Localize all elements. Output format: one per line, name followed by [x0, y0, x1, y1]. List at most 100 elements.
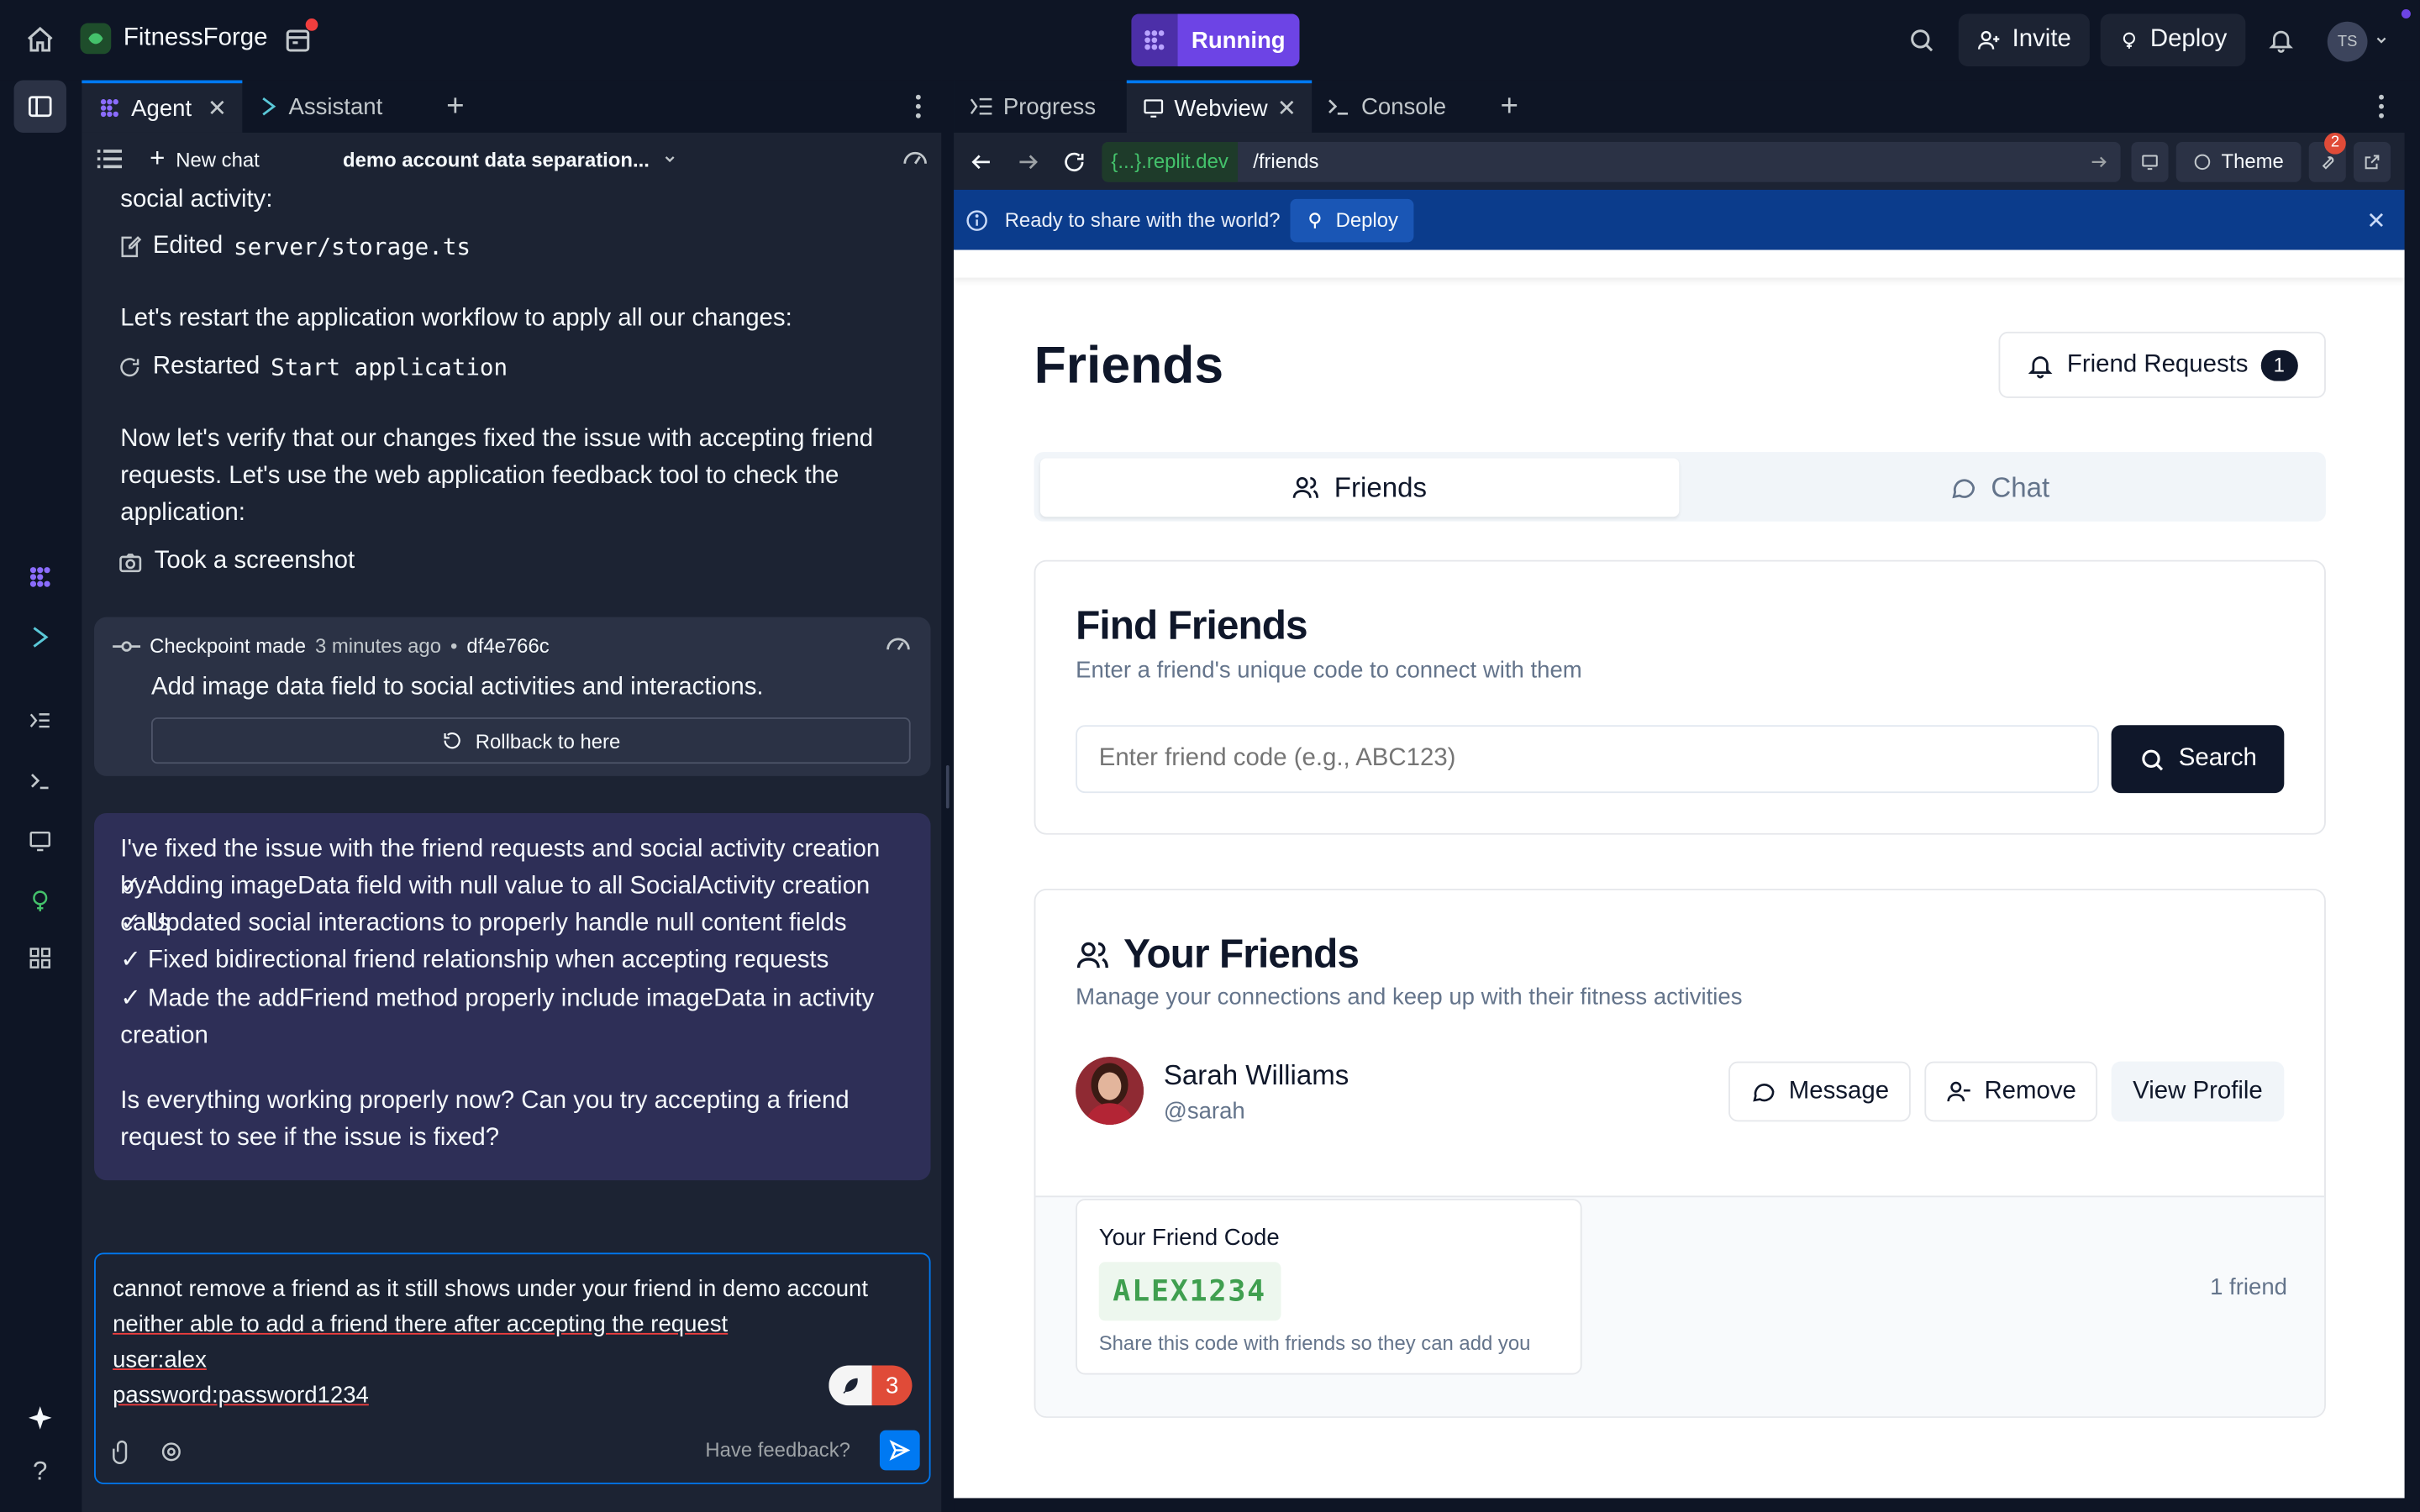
go-arrow-icon[interactable] — [2090, 152, 2108, 171]
settings-icon[interactable] — [159, 1440, 183, 1464]
send-icon — [889, 1440, 911, 1461]
avatar[interactable] — [1076, 1057, 1144, 1125]
user-minus-icon — [1946, 1081, 1970, 1102]
notification-dot — [305, 18, 318, 31]
edited-file-action[interactable]: Edited server/storage.ts — [118, 233, 471, 260]
avatar[interactable]: TS — [2327, 21, 2368, 62]
tab-agent[interactable]: Agent ✕ — [82, 80, 243, 133]
assistant-icon — [262, 97, 276, 116]
friend-name[interactable]: Sarah Williams — [1164, 1060, 1349, 1093]
tab-assistant[interactable]: Assistant — [242, 81, 424, 133]
assistant-rail-icon[interactable] — [22, 619, 59, 656]
app-logo-icon — [80, 23, 112, 55]
device-preview-icon[interactable] — [2131, 141, 2169, 181]
tab-friends[interactable]: Friends — [1039, 458, 1680, 517]
tab-chat-label: Chat — [1991, 471, 2050, 502]
new-chat-button[interactable]: + New chat — [150, 144, 260, 175]
send-button[interactable] — [879, 1430, 920, 1471]
friend-requests-button[interactable]: Friend Requests 1 — [1998, 331, 2326, 398]
back-arrow-icon[interactable] — [969, 149, 993, 173]
url-bar[interactable]: {...}.replit.dev /friends — [1102, 141, 2121, 181]
close-icon[interactable]: ✕ — [2366, 206, 2386, 234]
invite-button[interactable]: Invite — [1958, 13, 2090, 66]
theme-label: Theme — [2221, 150, 2284, 173]
url-path[interactable]: /friends — [1253, 150, 1318, 173]
more-options-icon[interactable] — [895, 81, 941, 133]
app-name[interactable]: FitnessForge — [124, 24, 268, 52]
search-icon[interactable] — [1904, 24, 1938, 57]
chat-list-icon[interactable] — [97, 148, 125, 170]
restarted-action[interactable]: Restarted Start application — [118, 354, 508, 381]
checkpoint-time: 3 minutes ago — [315, 633, 442, 658]
theme-button[interactable]: Theme — [2175, 141, 2302, 181]
deploy-banner: Ready to share with the world? Deploy ✕ — [954, 189, 2405, 250]
tab-progress[interactable]: Progress — [954, 81, 1127, 133]
page-title: Friends — [1034, 336, 1224, 396]
files-icon[interactable] — [13, 80, 66, 133]
close-icon[interactable]: ✕ — [1277, 94, 1297, 122]
sparkle-icon[interactable] — [22, 1399, 59, 1436]
bell-icon[interactable] — [2264, 24, 2297, 57]
webview-frame: Friends Friend Requests 1 Friends Chat F… — [954, 249, 2405, 1499]
chevron-down-icon — [665, 156, 675, 163]
webview-rail-icon[interactable] — [22, 822, 59, 859]
deploy-button[interactable]: Deploy — [2100, 13, 2246, 66]
spellcheck-widget[interactable]: 3 — [829, 1365, 913, 1406]
database-icon[interactable] — [281, 18, 318, 57]
view-profile-button[interactable]: View Profile — [2111, 1061, 2285, 1122]
tab-chat[interactable]: Chat — [1679, 458, 2319, 517]
apps-grid-icon[interactable] — [22, 940, 59, 977]
commit-icon — [113, 640, 141, 651]
summary-question: Is everything working properly now? Can … — [120, 1087, 850, 1152]
search-button[interactable]: Search — [2111, 725, 2285, 794]
rollback-button[interactable]: Rollback to here — [150, 717, 911, 764]
friend-code-box: Your Friend Code ALEX1234 Share this cod… — [1076, 1199, 1582, 1375]
tab-console[interactable]: Console — [1312, 81, 1478, 133]
run-button[interactable]: Running — [1131, 13, 1300, 66]
chat-input-line: neither able to add a friend there after… — [113, 1311, 729, 1338]
notification-badge: 2 — [2324, 132, 2346, 154]
speed-gauge-icon[interactable] — [884, 631, 912, 659]
remove-friend-button[interactable]: Remove — [1924, 1061, 2098, 1122]
help-icon[interactable]: ? — [22, 1453, 59, 1490]
speed-gauge-icon[interactable] — [902, 145, 929, 173]
console-rail-icon[interactable] — [22, 762, 59, 799]
chat-input-box[interactable]: cannot remove a friend as it still shows… — [94, 1252, 931, 1484]
attach-icon[interactable] — [109, 1440, 134, 1464]
checkpoint-hash[interactable]: df4e766c — [466, 634, 549, 658]
chat-title-dropdown[interactable]: demo account data separation... — [343, 147, 677, 171]
chevron-down-icon[interactable] — [2372, 31, 2391, 50]
banner-deploy-label: Deploy — [1335, 207, 1398, 232]
feedback-link[interactable]: Have feedback? — [705, 1438, 850, 1462]
agent-rail-icon[interactable] — [22, 559, 59, 596]
forward-arrow-icon[interactable] — [1016, 149, 1040, 173]
devtools-button[interactable]: 2 — [2308, 132, 2346, 181]
reload-icon[interactable] — [1062, 149, 1086, 173]
home-icon[interactable] — [22, 22, 59, 59]
banner-deploy-button[interactable]: Deploy — [1291, 198, 1414, 242]
friends-footer: Your Friend Code ALEX1234 Share this cod… — [1035, 1195, 2325, 1417]
edited-label: Edited — [152, 233, 224, 260]
close-icon[interactable]: ✕ — [208, 94, 227, 122]
progress-rail-icon[interactable] — [22, 702, 59, 739]
message-button[interactable]: Message — [1728, 1061, 1911, 1122]
panel-splitter[interactable] — [941, 80, 955, 1512]
tab-webview-label: Webview — [1174, 94, 1268, 122]
deploy-icon — [2123, 32, 2135, 49]
friend-code-value[interactable]: ALEX1234 — [1098, 1262, 1281, 1321]
add-tab-button[interactable]: + — [424, 81, 486, 133]
friend-code-input[interactable] — [1076, 725, 2099, 794]
deploy-rail-icon[interactable] — [22, 883, 59, 920]
tab-webview[interactable]: Webview ✕ — [1126, 80, 1313, 133]
screenshot-action[interactable]: Took a screenshot — [118, 548, 355, 575]
find-friends-card: Find Friends Enter a friend's unique cod… — [1034, 559, 2326, 835]
chat-input-text[interactable]: cannot remove a friend as it still shows… — [113, 1271, 868, 1413]
add-tab-button[interactable]: + — [1479, 81, 1540, 133]
more-options-icon[interactable] — [2358, 81, 2404, 133]
agent-icon — [100, 99, 118, 118]
url-domain[interactable]: {...}.replit.dev — [1102, 141, 1238, 181]
friend-requests-label: Friend Requests — [2066, 350, 2249, 378]
users-icon — [1293, 476, 1319, 498]
splitter-handle[interactable] — [945, 765, 950, 809]
open-external-icon[interactable] — [2353, 141, 2391, 181]
